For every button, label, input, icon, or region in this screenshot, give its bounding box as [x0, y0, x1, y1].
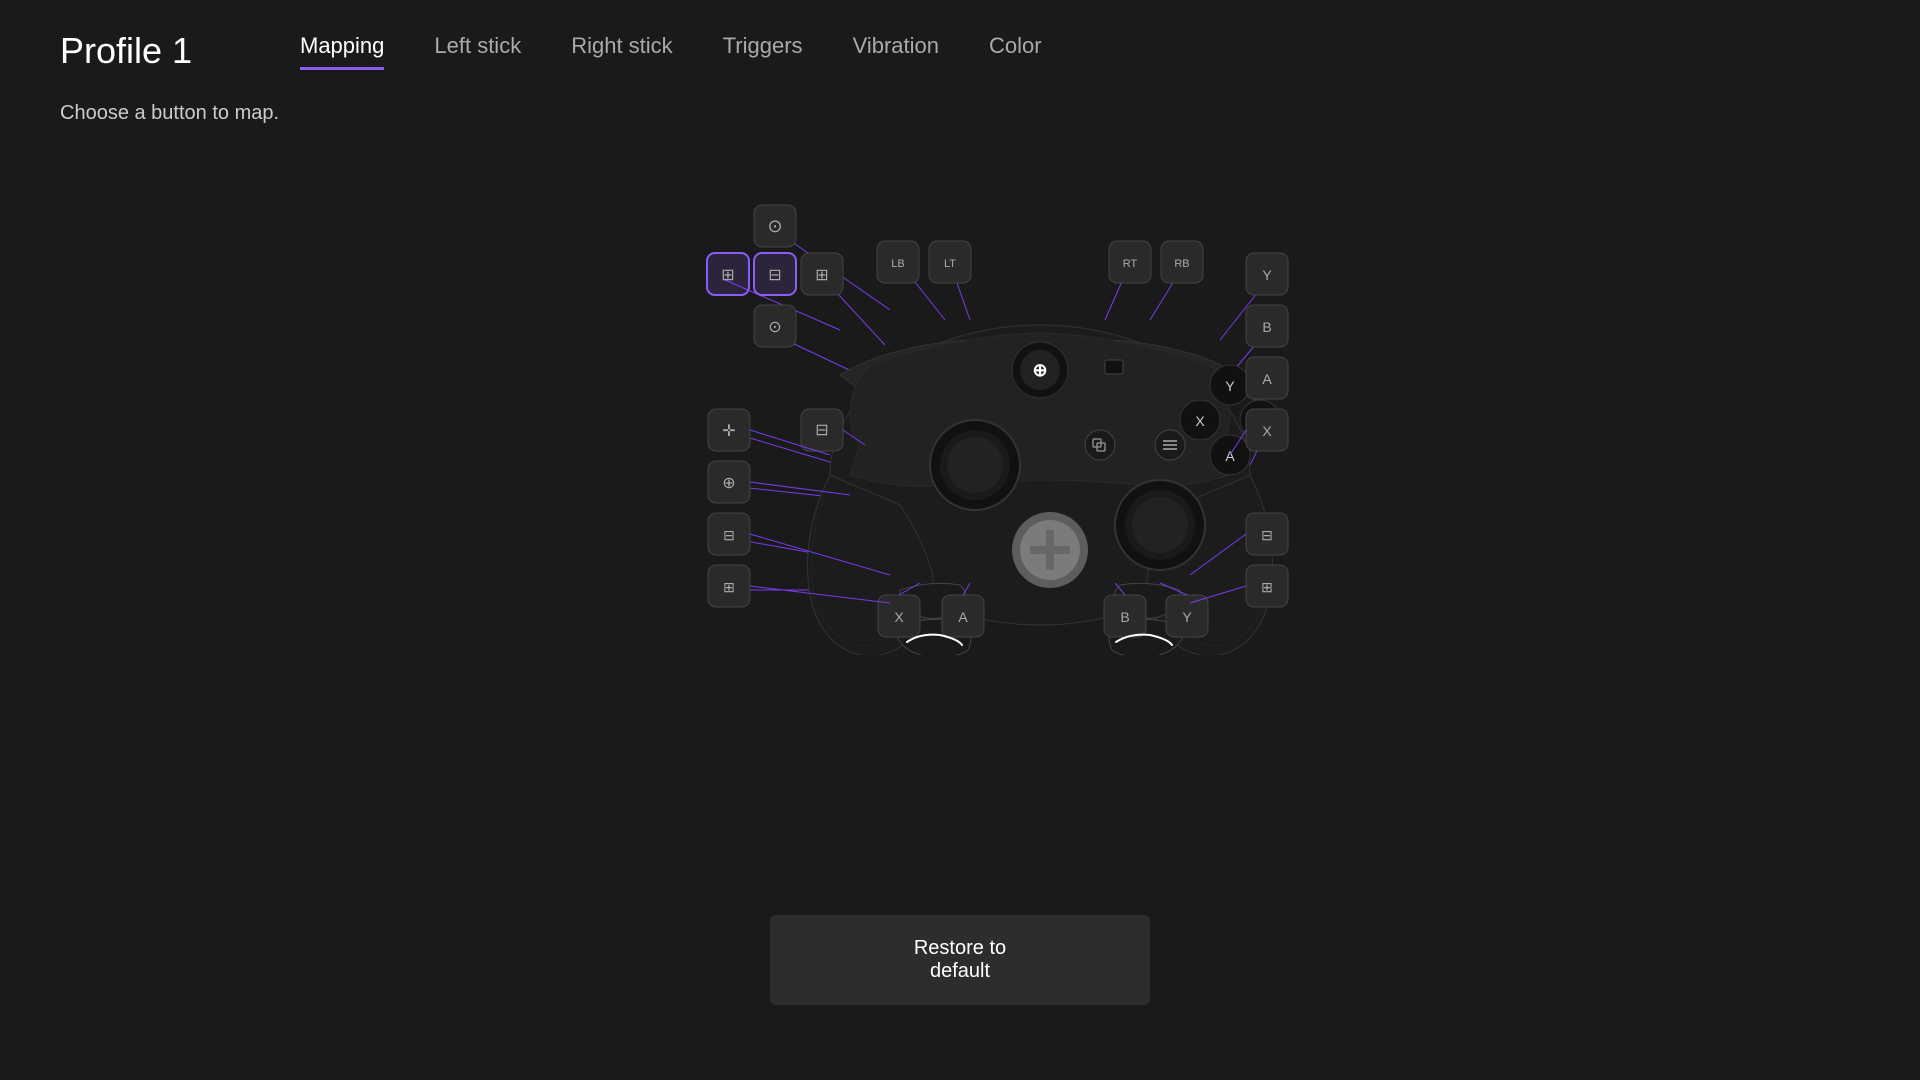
- profile-title: Profile 1: [60, 30, 240, 72]
- svg-text:⊟: ⊟: [768, 267, 781, 284]
- svg-text:Y: Y: [1225, 378, 1235, 394]
- tab-triggers[interactable]: Triggers: [723, 33, 803, 70]
- subtitle: Choose a button to map.: [0, 72, 1920, 125]
- svg-text:B: B: [1120, 609, 1129, 625]
- controller-diagram: ⊕: [410, 135, 1510, 655]
- svg-text:Y: Y: [1262, 267, 1272, 283]
- svg-text:RT: RT: [1123, 258, 1138, 270]
- svg-text:LT: LT: [944, 258, 956, 270]
- svg-text:A: A: [1225, 448, 1235, 464]
- svg-text:⊞: ⊞: [723, 579, 735, 595]
- main-content: ⊕: [0, 125, 1920, 1045]
- tab-mapping[interactable]: Mapping: [300, 33, 384, 70]
- svg-text:⊕: ⊕: [1032, 360, 1047, 380]
- restore-default-button[interactable]: Restore to default: [770, 915, 1150, 1005]
- svg-text:Y: Y: [1182, 609, 1192, 625]
- svg-text:A: A: [1262, 371, 1272, 387]
- svg-text:⊞: ⊞: [1261, 579, 1273, 595]
- svg-text:X: X: [894, 609, 904, 625]
- svg-text:✛: ✛: [722, 423, 735, 440]
- svg-text:⊕: ⊕: [722, 475, 735, 492]
- controller-container: ⊕: [410, 135, 1510, 655]
- svg-text:RB: RB: [1174, 258, 1189, 270]
- tab-left-stick[interactable]: Left stick: [434, 33, 521, 70]
- svg-text:⊞: ⊞: [815, 267, 828, 284]
- tab-color[interactable]: Color: [989, 33, 1042, 70]
- svg-text:B: B: [1262, 319, 1271, 335]
- svg-text:A: A: [958, 609, 968, 625]
- svg-text:X: X: [1195, 413, 1205, 429]
- svg-text:LB: LB: [891, 258, 904, 270]
- svg-text:X: X: [1262, 423, 1272, 439]
- svg-text:⊟: ⊟: [1261, 527, 1273, 543]
- svg-text:⊞: ⊞: [721, 267, 734, 284]
- tab-right-stick[interactable]: Right stick: [571, 33, 672, 70]
- header: Profile 1 Mapping Left stick Right stick…: [0, 0, 1920, 72]
- svg-text:⊙: ⊙: [768, 319, 781, 336]
- tab-vibration[interactable]: Vibration: [853, 33, 939, 70]
- nav-tabs: Mapping Left stick Right stick Triggers …: [300, 33, 1042, 70]
- svg-text:⊟: ⊟: [815, 422, 828, 439]
- svg-text:⊙: ⊙: [767, 216, 782, 236]
- svg-text:⊟: ⊟: [723, 527, 735, 543]
